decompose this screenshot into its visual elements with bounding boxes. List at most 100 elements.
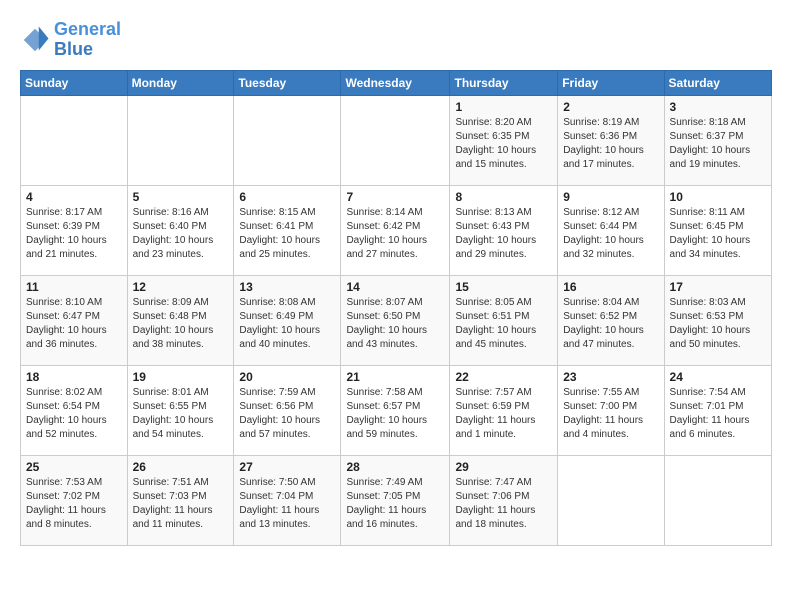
day-number: 19 bbox=[133, 370, 229, 384]
day-cell-3: 3 Sunrise: 8:18 AM Sunset: 6:37 PM Daylig… bbox=[664, 95, 771, 185]
day-cell-2: 2 Sunrise: 8:19 AM Sunset: 6:36 PM Daylig… bbox=[558, 95, 664, 185]
day-cell-9: 9 Sunrise: 8:12 AM Sunset: 6:44 PM Daylig… bbox=[558, 185, 664, 275]
week-row-2: 4 Sunrise: 8:17 AM Sunset: 6:39 PM Daylig… bbox=[21, 185, 772, 275]
day-number: 3 bbox=[670, 100, 766, 114]
weekday-header-thursday: Thursday bbox=[450, 70, 558, 95]
week-row-4: 18 Sunrise: 8:02 AM Sunset: 6:54 PM Dayli… bbox=[21, 365, 772, 455]
day-cell-21: 21 Sunrise: 7:58 AM Sunset: 6:57 PM Dayli… bbox=[341, 365, 450, 455]
day-info: Sunrise: 8:08 AM Sunset: 6:49 PM Dayligh… bbox=[239, 296, 335, 352]
empty-cell bbox=[341, 95, 450, 185]
day-info: Sunrise: 7:58 AM Sunset: 6:57 PM Dayligh… bbox=[346, 386, 444, 442]
day-number: 12 bbox=[133, 280, 229, 294]
day-info: Sunrise: 8:19 AM Sunset: 6:36 PM Dayligh… bbox=[563, 116, 658, 172]
weekday-header-tuesday: Tuesday bbox=[234, 70, 341, 95]
day-cell-17: 17 Sunrise: 8:03 AM Sunset: 6:53 PM Dayli… bbox=[664, 275, 771, 365]
weekday-header-monday: Monday bbox=[127, 70, 234, 95]
day-number: 16 bbox=[563, 280, 658, 294]
day-info: Sunrise: 7:54 AM Sunset: 7:01 PM Dayligh… bbox=[670, 386, 766, 442]
day-number: 25 bbox=[26, 460, 122, 474]
day-info: Sunrise: 8:05 AM Sunset: 6:51 PM Dayligh… bbox=[455, 296, 552, 352]
day-cell-1: 1 Sunrise: 8:20 AM Sunset: 6:35 PM Daylig… bbox=[450, 95, 558, 185]
empty-cell bbox=[664, 455, 771, 545]
day-info: Sunrise: 8:01 AM Sunset: 6:55 PM Dayligh… bbox=[133, 386, 229, 442]
day-number: 10 bbox=[670, 190, 766, 204]
day-number: 1 bbox=[455, 100, 552, 114]
day-cell-16: 16Sunrise: 8:04 AM Sunset: 6:52 PM Dayli… bbox=[558, 275, 664, 365]
day-number: 13 bbox=[239, 280, 335, 294]
day-info: Sunrise: 7:47 AM Sunset: 7:06 PM Dayligh… bbox=[455, 476, 552, 532]
day-number: 29 bbox=[455, 460, 552, 474]
day-info: Sunrise: 8:07 AM Sunset: 6:50 PM Dayligh… bbox=[346, 296, 444, 352]
day-cell-28: 28 Sunrise: 7:49 AM Sunset: 7:05 PM Dayli… bbox=[341, 455, 450, 545]
day-cell-8: 8 Sunrise: 8:13 AM Sunset: 6:43 PM Daylig… bbox=[450, 185, 558, 275]
day-number: 17 bbox=[670, 280, 766, 294]
day-number: 6 bbox=[239, 190, 335, 204]
day-info: Sunrise: 8:18 AM Sunset: 6:37 PM Dayligh… bbox=[670, 116, 766, 172]
day-number: 27 bbox=[239, 460, 335, 474]
day-info: Sunrise: 8:17 AM Sunset: 6:39 PM Dayligh… bbox=[26, 206, 122, 262]
day-number: 8 bbox=[455, 190, 552, 204]
day-info: Sunrise: 8:16 AM Sunset: 6:40 PM Dayligh… bbox=[133, 206, 229, 262]
day-info: Sunrise: 7:59 AM Sunset: 6:56 PM Dayligh… bbox=[239, 386, 335, 442]
day-number: 5 bbox=[133, 190, 229, 204]
day-cell-12: 12 Sunrise: 8:09 AM Sunset: 6:48 PM Dayli… bbox=[127, 275, 234, 365]
day-cell-7: 7 Sunrise: 8:14 AM Sunset: 6:42 PM Daylig… bbox=[341, 185, 450, 275]
weekday-header-saturday: Saturday bbox=[664, 70, 771, 95]
day-info: Sunrise: 8:10 AM Sunset: 6:47 PM Dayligh… bbox=[26, 296, 122, 352]
day-cell-10: 10 Sunrise: 8:11 AM Sunset: 6:45 PM Dayli… bbox=[664, 185, 771, 275]
empty-cell bbox=[234, 95, 341, 185]
weekday-header-sunday: Sunday bbox=[21, 70, 128, 95]
day-cell-6: 6 Sunrise: 8:15 AM Sunset: 6:41 PM Daylig… bbox=[234, 185, 341, 275]
day-number: 20 bbox=[239, 370, 335, 384]
day-number: 7 bbox=[346, 190, 444, 204]
empty-cell bbox=[127, 95, 234, 185]
day-cell-13: 13 Sunrise: 8:08 AM Sunset: 6:49 PM Dayli… bbox=[234, 275, 341, 365]
day-number: 4 bbox=[26, 190, 122, 204]
day-number: 28 bbox=[346, 460, 444, 474]
day-number: 24 bbox=[670, 370, 766, 384]
day-info: Sunrise: 8:02 AM Sunset: 6:54 PM Dayligh… bbox=[26, 386, 122, 442]
logo: General Blue bbox=[20, 20, 121, 60]
day-cell-23: 23Sunrise: 7:55 AM Sunset: 7:00 PM Dayli… bbox=[558, 365, 664, 455]
day-info: Sunrise: 7:51 AM Sunset: 7:03 PM Dayligh… bbox=[133, 476, 229, 532]
week-row-1: 1 Sunrise: 8:20 AM Sunset: 6:35 PM Daylig… bbox=[21, 95, 772, 185]
day-info: Sunrise: 8:15 AM Sunset: 6:41 PM Dayligh… bbox=[239, 206, 335, 262]
day-info: Sunrise: 7:49 AM Sunset: 7:05 PM Dayligh… bbox=[346, 476, 444, 532]
day-number: 21 bbox=[346, 370, 444, 384]
day-info: Sunrise: 8:14 AM Sunset: 6:42 PM Dayligh… bbox=[346, 206, 444, 262]
day-info: Sunrise: 8:03 AM Sunset: 6:53 PM Dayligh… bbox=[670, 296, 766, 352]
day-number: 18 bbox=[26, 370, 122, 384]
calendar-table: SundayMondayTuesdayWednesdayThursdayFrid… bbox=[20, 70, 772, 546]
day-cell-11: 11 Sunrise: 8:10 AM Sunset: 6:47 PM Dayli… bbox=[21, 275, 128, 365]
day-info: Sunrise: 7:50 AM Sunset: 7:04 PM Dayligh… bbox=[239, 476, 335, 532]
weekday-header-wednesday: Wednesday bbox=[341, 70, 450, 95]
day-number: 11 bbox=[26, 280, 122, 294]
day-cell-25: 25 Sunrise: 7:53 AM Sunset: 7:02 PM Dayli… bbox=[21, 455, 128, 545]
day-number: 23 bbox=[563, 370, 658, 384]
day-info: Sunrise: 8:20 AM Sunset: 6:35 PM Dayligh… bbox=[455, 116, 552, 172]
day-cell-24: 24 Sunrise: 7:54 AM Sunset: 7:01 PM Dayli… bbox=[664, 365, 771, 455]
day-info: Sunrise: 8:13 AM Sunset: 6:43 PM Dayligh… bbox=[455, 206, 552, 262]
weekday-header-row: SundayMondayTuesdayWednesdayThursdayFrid… bbox=[21, 70, 772, 95]
day-number: 22 bbox=[455, 370, 552, 384]
day-cell-4: 4 Sunrise: 8:17 AM Sunset: 6:39 PM Daylig… bbox=[21, 185, 128, 275]
day-cell-5: 5 Sunrise: 8:16 AM Sunset: 6:40 PM Daylig… bbox=[127, 185, 234, 275]
day-cell-26: 26Sunrise: 7:51 AM Sunset: 7:03 PM Dayli… bbox=[127, 455, 234, 545]
page-header: General Blue bbox=[20, 20, 772, 60]
logo-text: General Blue bbox=[54, 20, 121, 60]
day-number: 15 bbox=[455, 280, 552, 294]
day-number: 9 bbox=[563, 190, 658, 204]
day-cell-14: 14Sunrise: 8:07 AM Sunset: 6:50 PM Dayli… bbox=[341, 275, 450, 365]
day-info: Sunrise: 8:12 AM Sunset: 6:44 PM Dayligh… bbox=[563, 206, 658, 262]
empty-cell bbox=[558, 455, 664, 545]
day-cell-29: 29 Sunrise: 7:47 AM Sunset: 7:06 PM Dayli… bbox=[450, 455, 558, 545]
day-number: 2 bbox=[563, 100, 658, 114]
day-cell-18: 18 Sunrise: 8:02 AM Sunset: 6:54 PM Dayli… bbox=[21, 365, 128, 455]
week-row-5: 25 Sunrise: 7:53 AM Sunset: 7:02 PM Dayli… bbox=[21, 455, 772, 545]
day-info: Sunrise: 8:09 AM Sunset: 6:48 PM Dayligh… bbox=[133, 296, 229, 352]
day-info: Sunrise: 7:53 AM Sunset: 7:02 PM Dayligh… bbox=[26, 476, 122, 532]
weekday-header-friday: Friday bbox=[558, 70, 664, 95]
day-info: Sunrise: 8:11 AM Sunset: 6:45 PM Dayligh… bbox=[670, 206, 766, 262]
day-cell-15: 15 Sunrise: 8:05 AM Sunset: 6:51 PM Dayli… bbox=[450, 275, 558, 365]
day-cell-22: 22Sunrise: 7:57 AM Sunset: 6:59 PM Dayli… bbox=[450, 365, 558, 455]
